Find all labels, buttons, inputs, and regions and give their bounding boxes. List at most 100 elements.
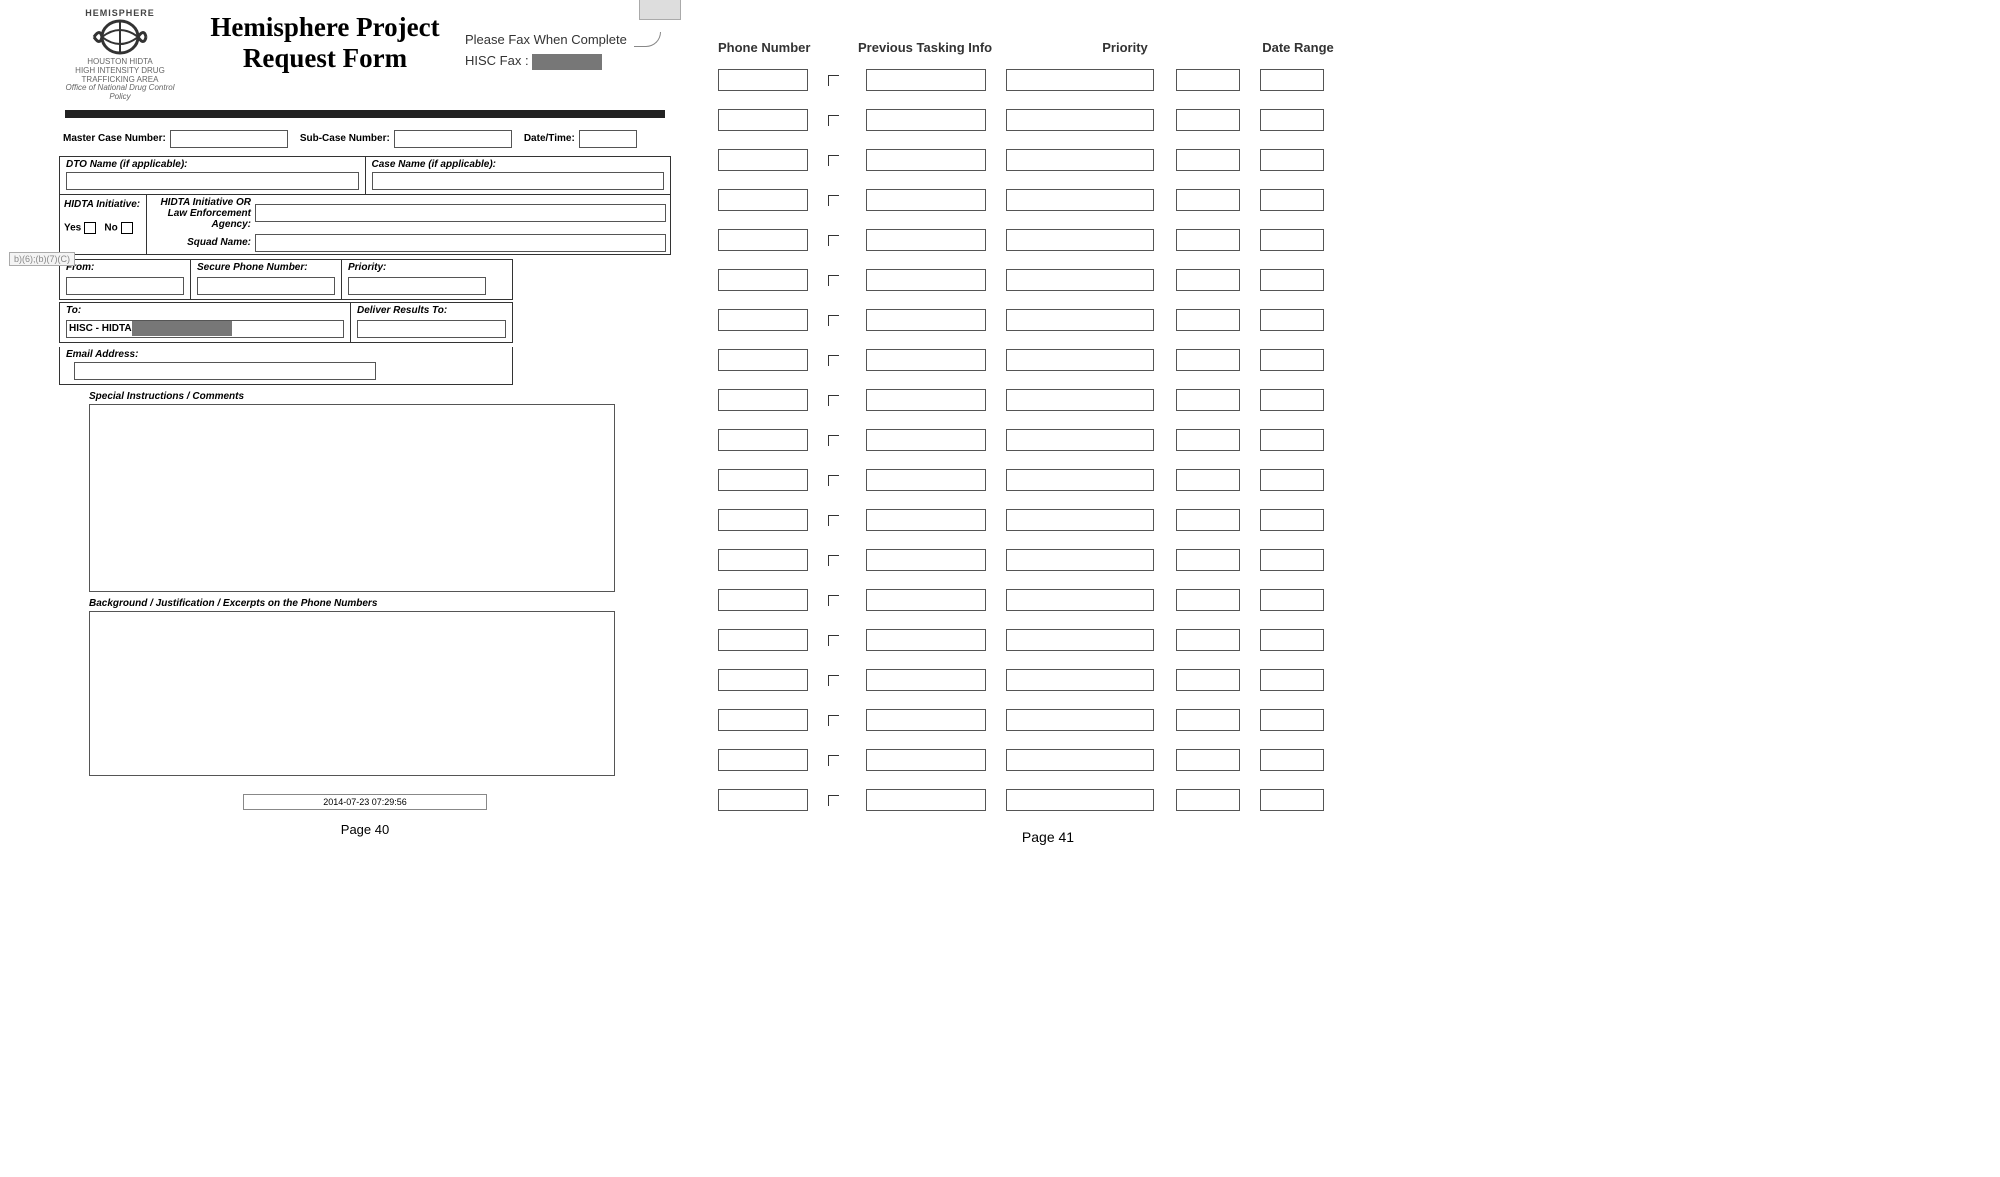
prev-checkbox[interactable] [828,595,848,606]
prev-field[interactable] [866,629,986,651]
priority-field[interactable] [1006,229,1154,251]
prev-field[interactable] [866,69,986,91]
priority-field[interactable] [1006,429,1154,451]
prev-checkbox[interactable] [828,515,848,526]
date-to-field[interactable] [1260,349,1324,371]
phone-field[interactable] [718,389,808,411]
prev-field[interactable] [866,269,986,291]
phone-field[interactable] [718,109,808,131]
priority-field[interactable] [1006,189,1154,211]
prev-checkbox[interactable] [828,715,848,726]
sub-field[interactable] [394,130,512,148]
date-to-field[interactable] [1260,309,1324,331]
priority-field[interactable] [1006,149,1154,171]
phone-field[interactable] [718,269,808,291]
prev-checkbox[interactable] [828,355,848,366]
phone-field[interactable] [718,189,808,211]
date-from-field[interactable] [1176,109,1240,131]
priority-field[interactable] [1006,349,1154,371]
date-from-field[interactable] [1176,549,1240,571]
email-field[interactable] [74,362,376,380]
prev-checkbox[interactable] [828,315,848,326]
date-to-field[interactable] [1260,189,1324,211]
no-checkbox[interactable] [121,222,133,234]
phone-field[interactable] [718,669,808,691]
agency-field[interactable] [255,204,666,222]
date-from-field[interactable] [1176,629,1240,651]
date-to-field[interactable] [1260,669,1324,691]
prev-checkbox[interactable] [828,755,848,766]
date-to-field[interactable] [1260,429,1324,451]
prev-checkbox[interactable] [828,275,848,286]
priority-field[interactable] [1006,789,1154,811]
date-to-field[interactable] [1260,589,1324,611]
prev-checkbox[interactable] [828,395,848,406]
date-to-field[interactable] [1260,69,1324,91]
prev-field[interactable] [866,509,986,531]
special-textarea[interactable] [89,404,615,592]
phone-field[interactable] [718,69,808,91]
prev-field[interactable] [866,389,986,411]
deliver-field[interactable] [357,320,506,338]
prev-field[interactable] [866,109,986,131]
priority-field[interactable] [1006,549,1154,571]
priority-field[interactable] [1006,389,1154,411]
priority-field[interactable] [1006,749,1154,771]
prev-checkbox[interactable] [828,675,848,686]
priority-field[interactable] [1006,309,1154,331]
from-field[interactable] [66,277,184,295]
background-textarea[interactable] [89,611,615,776]
prev-field[interactable] [866,189,986,211]
prev-checkbox[interactable] [828,475,848,486]
secure-field[interactable] [197,277,335,295]
prev-checkbox[interactable] [828,635,848,646]
date-to-field[interactable] [1260,789,1324,811]
date-to-field[interactable] [1260,749,1324,771]
prev-field[interactable] [866,669,986,691]
date-from-field[interactable] [1176,669,1240,691]
date-from-field[interactable] [1176,229,1240,251]
priority-field[interactable] [1006,469,1154,491]
phone-field[interactable] [718,469,808,491]
prev-field[interactable] [866,149,986,171]
date-to-field[interactable] [1260,149,1324,171]
datetime-field[interactable] [579,130,637,148]
priority-field[interactable] [1006,669,1154,691]
date-to-field[interactable] [1260,629,1324,651]
date-from-field[interactable] [1176,509,1240,531]
squad-field[interactable] [255,234,666,252]
date-to-field[interactable] [1260,389,1324,411]
dto-field[interactable] [66,172,359,190]
date-from-field[interactable] [1176,389,1240,411]
date-from-field[interactable] [1176,709,1240,731]
prev-checkbox[interactable] [828,555,848,566]
date-to-field[interactable] [1260,509,1324,531]
phone-field[interactable] [718,749,808,771]
date-from-field[interactable] [1176,589,1240,611]
phone-field[interactable] [718,789,808,811]
prev-field[interactable] [866,469,986,491]
priority-field[interactable] [1006,709,1154,731]
phone-field[interactable] [718,349,808,371]
priority-field[interactable] [1006,269,1154,291]
phone-field[interactable] [718,229,808,251]
to-field[interactable]: HISC - HIDTA [66,320,344,338]
prev-field[interactable] [866,709,986,731]
prev-field[interactable] [866,749,986,771]
phone-field[interactable] [718,709,808,731]
date-to-field[interactable] [1260,549,1324,571]
prev-field[interactable] [866,549,986,571]
prev-checkbox[interactable] [828,795,848,806]
date-from-field[interactable] [1176,749,1240,771]
prev-checkbox[interactable] [828,75,848,86]
prev-checkbox[interactable] [828,195,848,206]
phone-field[interactable] [718,149,808,171]
prev-field[interactable] [866,429,986,451]
prev-checkbox[interactable] [828,435,848,446]
prev-field[interactable] [866,349,986,371]
prev-field[interactable] [866,589,986,611]
prev-checkbox[interactable] [828,115,848,126]
phone-field[interactable] [718,309,808,331]
date-from-field[interactable] [1176,149,1240,171]
date-from-field[interactable] [1176,269,1240,291]
